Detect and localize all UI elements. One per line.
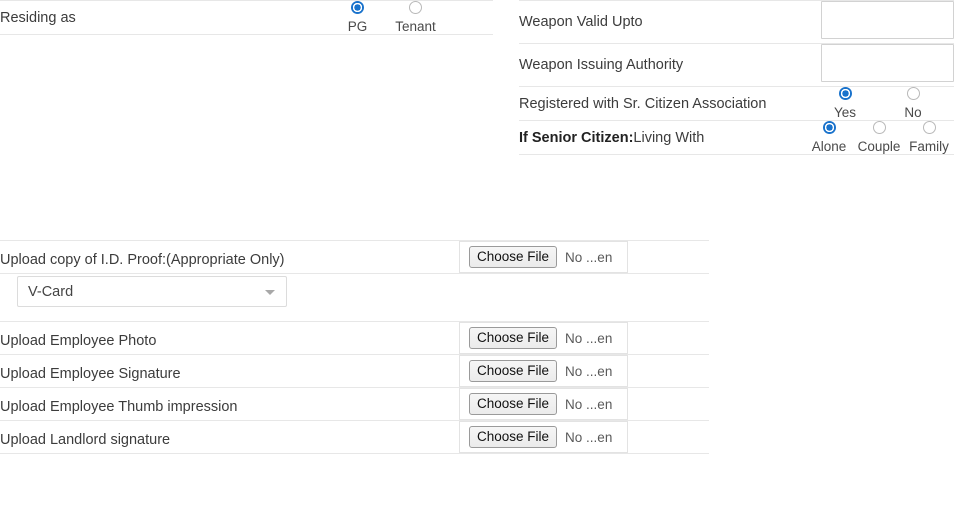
file-status-text: No ...en [565, 396, 613, 412]
radio-label: Yes [833, 105, 857, 120]
chevron-down-icon[interactable] [265, 290, 275, 295]
senior-citizen-living-with-label: If Senior Citizen:Living With [519, 120, 804, 155]
residing-as-table: Residing as PG Tenant [0, 0, 493, 35]
choose-file-button[interactable]: Choose File [469, 360, 558, 382]
table-row: Residing as PG Tenant [0, 0, 493, 35]
table-row-select: V-Card [0, 273, 709, 322]
file-input-employee-signature[interactable]: Choose File No ...en [459, 355, 628, 387]
radio-label: Couple [857, 139, 901, 154]
radio-icon-unselected[interactable] [409, 1, 422, 14]
sr-citizen-association-radio-group[interactable]: Yes No [804, 86, 954, 121]
upload-id-proof-cell: Upload copy of I.D. Proof:(Appropriate O… [0, 240, 455, 274]
table-row: Upload Landlord signature Choose File No… [0, 420, 709, 454]
file-status-text: No ...en [565, 330, 613, 346]
file-status-text: No ...en [565, 249, 613, 265]
radio-icon-selected[interactable] [822, 121, 836, 134]
radio-option-couple[interactable]: Couple [854, 121, 904, 154]
upload-employee-photo-label: Upload Employee Photo [0, 321, 455, 355]
radio-icon-unselected[interactable] [922, 121, 936, 134]
upload-thumb-impression-label: Upload Employee Thumb impression [0, 387, 455, 421]
file-input-id-proof[interactable]: Choose File No ...en [459, 241, 628, 273]
radio-icon-selected[interactable] [838, 87, 852, 100]
radio-option-alone[interactable]: Alone [804, 121, 854, 154]
file-input-thumb-impression[interactable]: Choose File No ...en [459, 388, 628, 420]
sr-citizen-association-label: Registered with Sr. Citizen Association [519, 86, 804, 121]
table-row: Weapon Issuing Authority [519, 43, 954, 87]
weapon-issuing-authority-label: Weapon Issuing Authority [519, 43, 804, 87]
radio-option-tenant[interactable]: Tenant [387, 1, 445, 34]
select-value: V-Card [28, 284, 74, 300]
weapon-issuing-authority-input[interactable] [821, 44, 954, 82]
radio-label: Alone [811, 139, 847, 154]
weapon-issuing-authority-cell [804, 43, 954, 87]
upload-landlord-signature-label: Upload Landlord signature [0, 420, 455, 454]
choose-file-button[interactable]: Choose File [469, 426, 558, 448]
radio-label: Tenant [395, 19, 436, 34]
id-proof-type-select[interactable]: V-Card [17, 276, 287, 307]
radio-icon-unselected[interactable] [906, 87, 920, 100]
radio-icon-unselected[interactable] [872, 121, 886, 134]
radio-option-pg[interactable]: PG [329, 1, 387, 34]
upload-id-proof-file-cell: Choose File No ...en [455, 240, 709, 274]
file-input-landlord-signature[interactable]: Choose File No ...en [459, 421, 628, 453]
weapon-details-table: Weapon Valid Upto Weapon Issuing Authori… [519, 0, 954, 155]
senior-citizen-label-bold: If Senior Citizen: [519, 129, 634, 146]
residing-as-section: Residing as PG Tenant [0, 0, 493, 35]
file-input-employee-photo[interactable]: Choose File No ...en [459, 322, 628, 354]
upload-landlord-signature-file-cell: Choose File No ...en [455, 420, 709, 454]
choose-file-button[interactable]: Choose File [469, 327, 558, 349]
radio-option-family[interactable]: Family [904, 121, 954, 154]
radio-label: PG [347, 19, 368, 34]
living-with-radio-group[interactable]: Alone Couple Family [804, 120, 954, 155]
upload-employee-signature-label: Upload Employee Signature [0, 354, 455, 388]
file-status-text: No ...en [565, 363, 613, 379]
upload-employee-signature-file-cell: Choose File No ...en [455, 354, 709, 388]
uploads-section: Upload copy of I.D. Proof:(Appropriate O… [0, 240, 709, 454]
radio-option-yes[interactable]: Yes [811, 87, 879, 120]
choose-file-button[interactable]: Choose File [469, 246, 558, 268]
choose-file-button[interactable]: Choose File [469, 393, 558, 415]
table-row: Upload Employee Signature Choose File No… [0, 354, 709, 388]
weapon-valid-upto-cell [804, 0, 954, 44]
id-proof-select-cell: V-Card [0, 273, 455, 322]
weapon-valid-upto-input[interactable] [821, 1, 954, 39]
radio-option-no[interactable]: No [879, 87, 947, 120]
upload-employee-photo-file-cell: Choose File No ...en [455, 321, 709, 355]
radio-label: No [904, 105, 922, 120]
upload-id-proof-label: Upload copy of I.D. Proof:(Appropriate O… [0, 252, 285, 268]
table-row: Registered with Sr. Citizen Association … [519, 86, 954, 121]
file-status-text: No ...en [565, 429, 613, 445]
table-row: Upload Employee Thumb impression Choose … [0, 387, 709, 421]
senior-citizen-label-rest: Living With [633, 129, 705, 146]
residing-as-radio-group[interactable]: PG Tenant [280, 0, 493, 35]
radio-icon-selected[interactable] [351, 1, 364, 14]
table-row: Upload copy of I.D. Proof:(Appropriate O… [0, 240, 709, 274]
table-row: If Senior Citizen:Living With Alone Coup… [519, 120, 954, 155]
radio-label: Family [909, 139, 949, 154]
residing-as-label: Residing as [0, 0, 280, 35]
table-top-edge-stub [283, 0, 429, 1]
id-proof-select-spacer [455, 273, 709, 322]
weapon-valid-upto-label: Weapon Valid Upto [519, 0, 804, 44]
table-row: Weapon Valid Upto [519, 0, 954, 44]
weapon-and-senior-citizen-section: Weapon Valid Upto Weapon Issuing Authori… [519, 0, 954, 155]
table-row: Upload Employee Photo Choose File No ...… [0, 321, 709, 355]
uploads-table: Upload copy of I.D. Proof:(Appropriate O… [0, 240, 709, 454]
upload-thumb-impression-file-cell: Choose File No ...en [455, 387, 709, 421]
